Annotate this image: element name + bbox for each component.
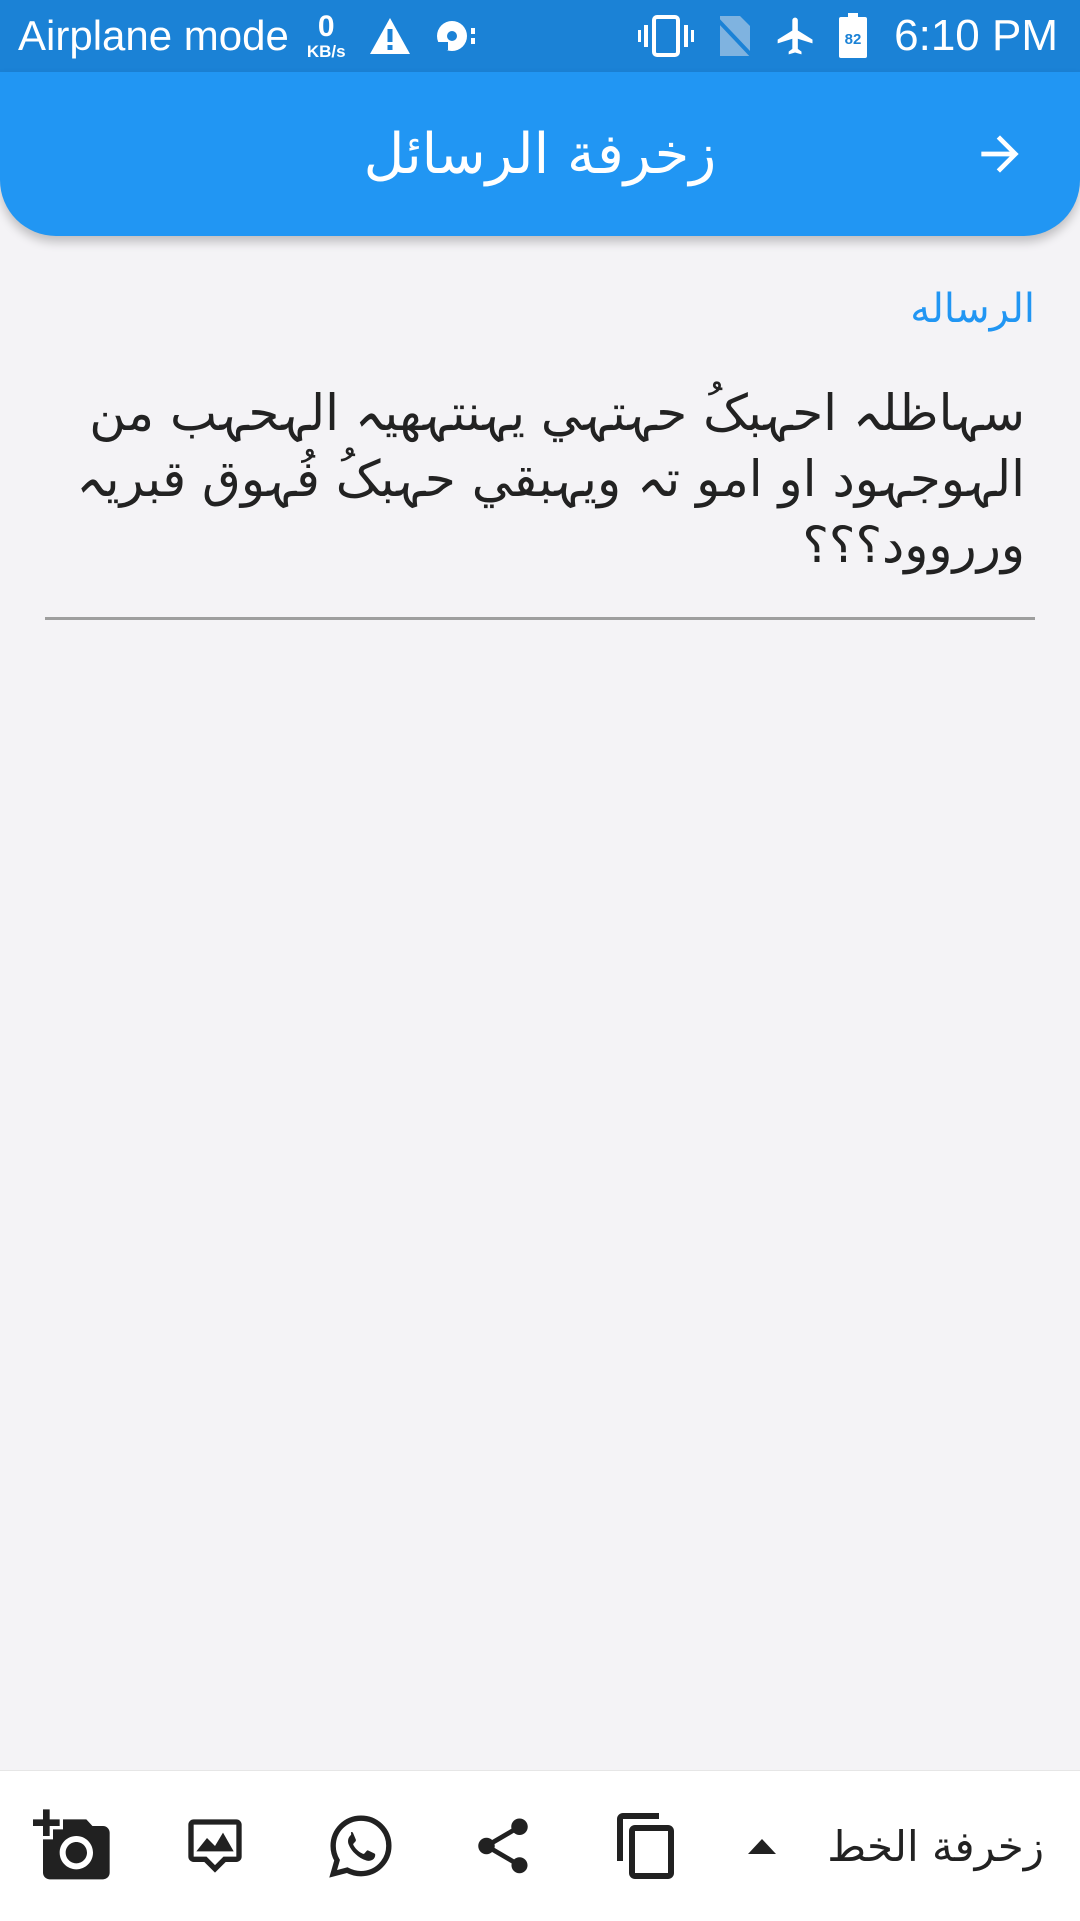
whatsapp-icon: [329, 1815, 392, 1878]
no-sim-icon: [714, 14, 754, 58]
arrow-forward-icon: [981, 135, 1019, 173]
status-bar: Airplane mode 0 KB/s 82 6:10 PM: [0, 0, 1080, 72]
share-icon: [478, 1818, 528, 1874]
battery-level-text: 82: [845, 31, 862, 48]
airplane-icon: [774, 13, 818, 59]
cloud-sync-icon: [434, 16, 480, 56]
dropdown-arrow-icon[interactable]: [745, 1836, 779, 1856]
airplane-mode-text: Airplane mode: [18, 12, 289, 59]
whatsapp-button[interactable]: [316, 1801, 406, 1891]
bottom-toolbar: زخرفة الخط: [0, 1770, 1080, 1921]
network-speed-indicator: 0 KB/s: [306, 10, 346, 61]
add-photo-button[interactable]: [28, 1801, 118, 1891]
network-speed-unit: KB/s: [306, 42, 346, 61]
status-right-group: 82 6:10 PM: [638, 13, 1058, 59]
vibrate-icon: [638, 14, 695, 58]
copy-button[interactable]: [602, 1801, 692, 1891]
battery-icon: 82: [838, 13, 868, 59]
app-bar: زخرفة الرسائل: [0, 72, 1080, 236]
copy-icon: [617, 1813, 674, 1879]
app-title: زخرفة الرسائل: [363, 121, 717, 187]
font-style-select[interactable]: زخرفة الخط: [745, 1801, 1044, 1891]
message-field[interactable]: الرساله سہاظلہ احہبکُ حہتہي يہنتہهيہ الہ…: [45, 280, 1035, 620]
warning-icon: [368, 16, 412, 56]
message-text[interactable]: سہاظلہ احہبکُ حہتہي يہنتہهيہ الہحہب من ا…: [65, 380, 1025, 578]
share-button[interactable]: [458, 1801, 548, 1891]
status-left-group: Airplane mode 0 KB/s: [18, 12, 480, 60]
back-button[interactable]: [970, 124, 1030, 184]
message-label: الرساله: [910, 286, 1035, 332]
image-message-icon: [188, 1819, 242, 1873]
add-photo-icon: [33, 1809, 110, 1880]
network-speed-value: 0: [317, 10, 335, 43]
status-time: 6:10 PM: [894, 11, 1058, 60]
font-style-label: زخرفة الخط: [827, 1821, 1044, 1871]
image-message-button[interactable]: [170, 1801, 260, 1891]
